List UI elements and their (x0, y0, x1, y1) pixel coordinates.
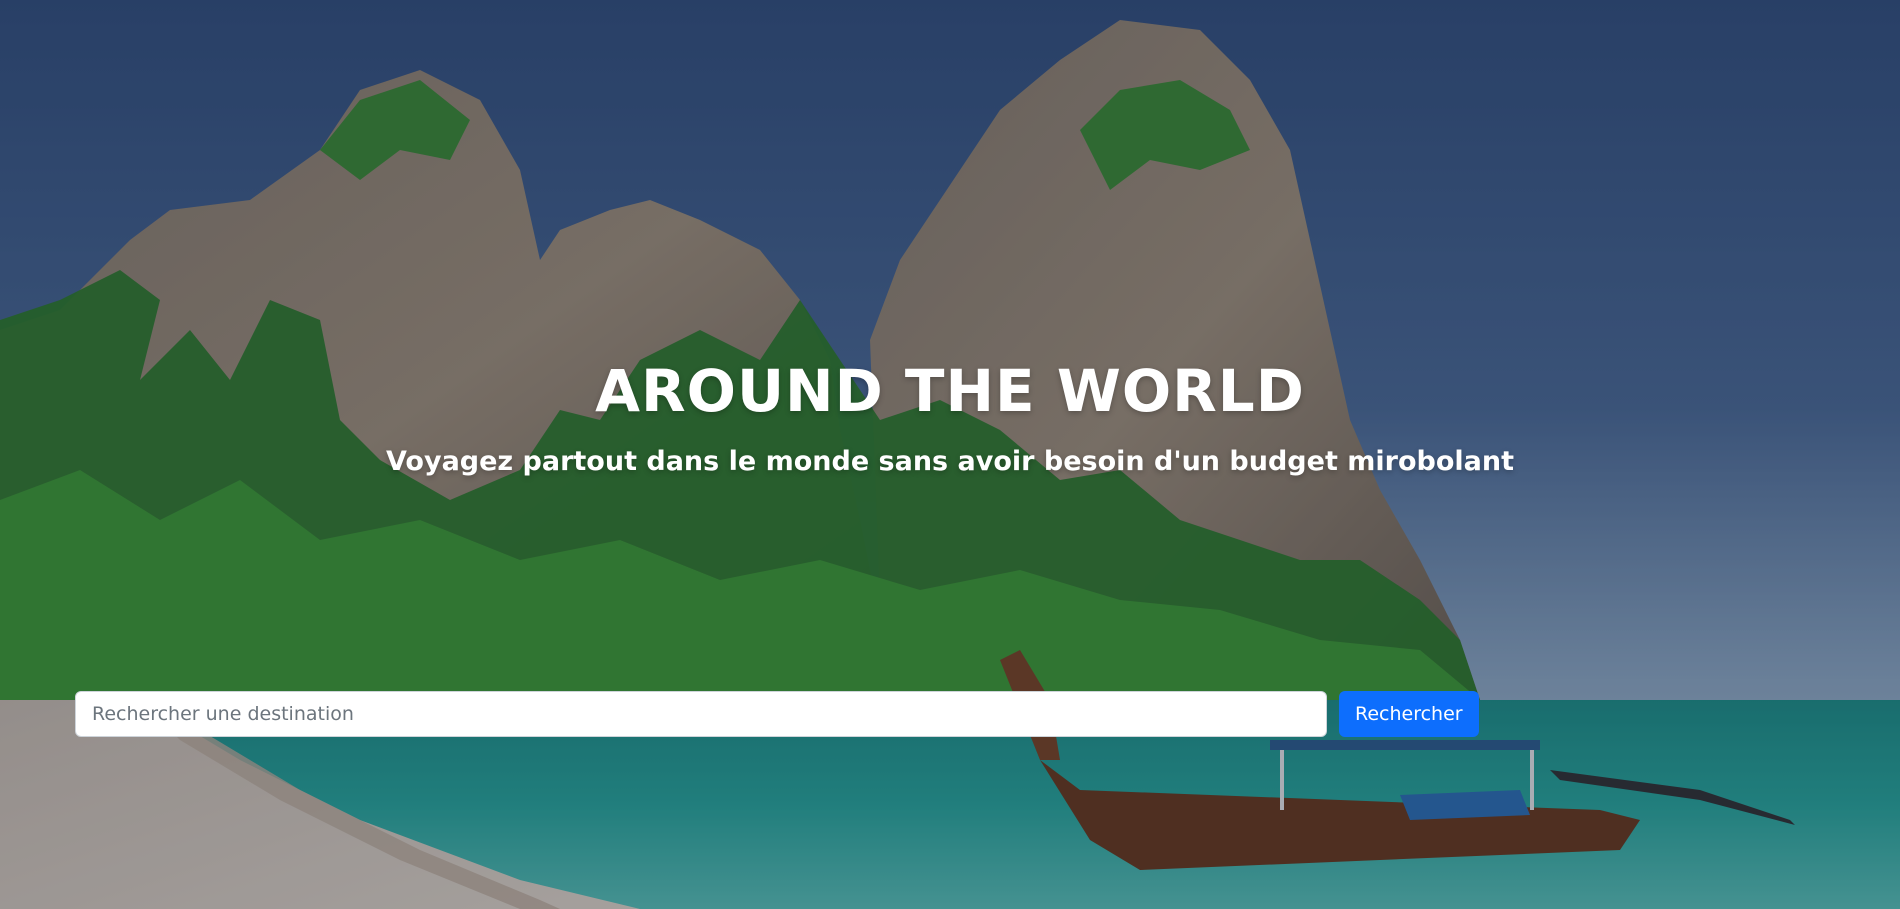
search-button[interactable]: Rechercher (1339, 691, 1479, 737)
search-input[interactable] (75, 691, 1327, 737)
hero-title: AROUND THE WORLD (595, 357, 1305, 425)
hero-subtitle: Voyagez partout dans le monde sans avoir… (386, 446, 1514, 477)
hero-section: AROUND THE WORLD Voyagez partout dans le… (0, 0, 1900, 909)
search-form: Rechercher (75, 691, 1479, 737)
